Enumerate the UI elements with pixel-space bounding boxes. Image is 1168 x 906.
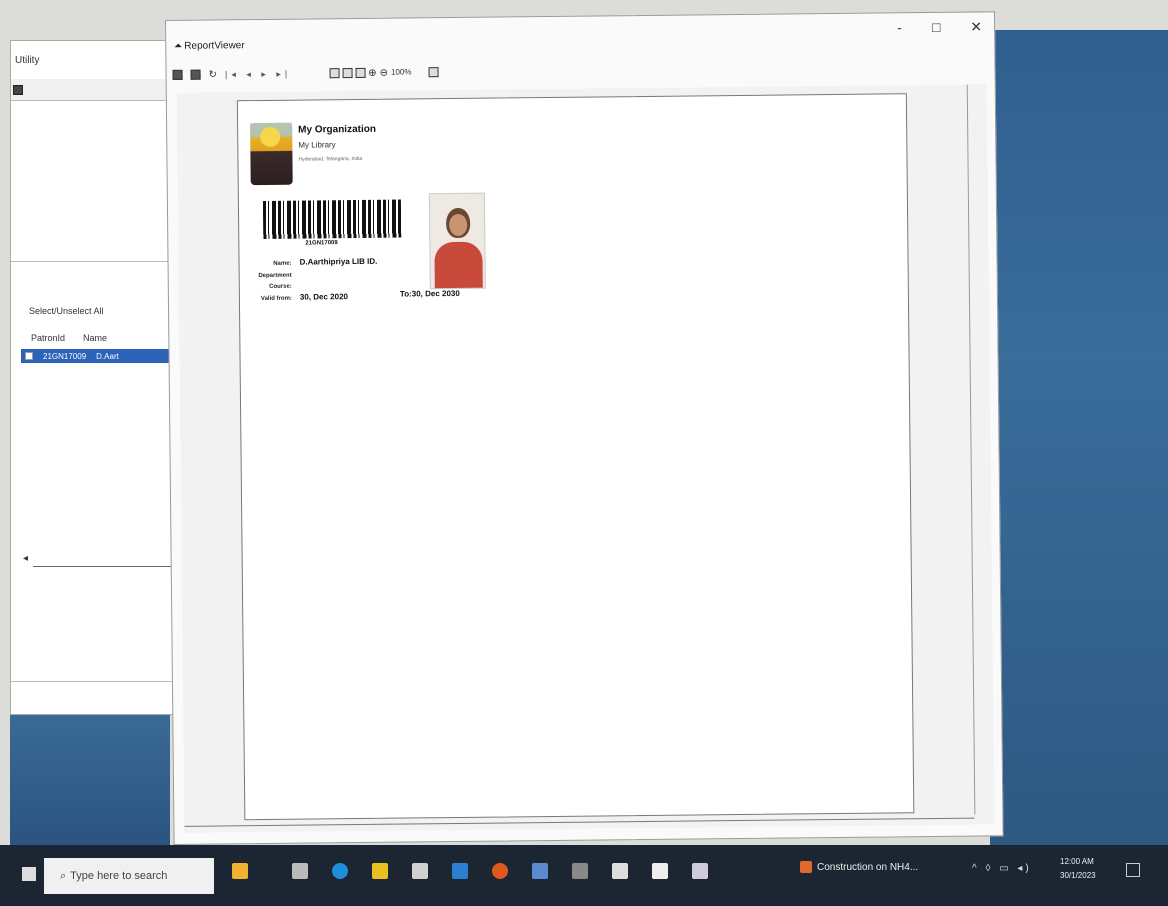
zoom-out-icon[interactable]: ⊖	[380, 67, 389, 78]
utility-window-title: Utility	[15, 55, 40, 66]
utility-window[interactable]: Utility Select/Unselect All PatronId Nam…	[10, 40, 186, 715]
library-name: My Library	[298, 140, 336, 150]
edge-browser-icon[interactable]	[332, 863, 348, 879]
patron-grid-header: PatronId Name	[31, 333, 107, 343]
firefox-icon[interactable]	[492, 863, 508, 879]
barcode	[262, 199, 402, 239]
report-canvas[interactable]: My Organization My Library Hyderabad, Te…	[176, 84, 995, 833]
news-icon	[800, 861, 812, 873]
widget-icon[interactable]	[232, 863, 248, 879]
maximize-button[interactable]: □	[932, 19, 941, 36]
app-icon[interactable]	[652, 863, 668, 879]
row-checkbox[interactable]	[25, 352, 33, 360]
search-placeholder: Type here to search	[70, 870, 168, 882]
news-widget[interactable]: Construction on NH4...	[800, 861, 918, 873]
app-icon[interactable]	[532, 863, 548, 879]
save-icon[interactable]	[172, 69, 183, 80]
organization-logo	[250, 122, 293, 186]
minimize-button[interactable]: -	[897, 19, 902, 36]
horizontal-scrollbar[interactable]	[33, 566, 183, 567]
valid-from-label: Valid from:	[260, 295, 292, 303]
mail-icon[interactable]	[452, 863, 468, 879]
notification-icon[interactable]	[1126, 863, 1140, 877]
department-label: Department	[258, 272, 292, 280]
system-tray-icons[interactable]: ^ ◊ ▭ ◂)	[972, 863, 1032, 874]
app-icon: ⏶	[174, 40, 183, 52]
viewer-title: ReportViewer	[184, 39, 245, 52]
zoom-level[interactable]: 100%	[391, 67, 412, 78]
barcode-number: 21GN17009	[305, 240, 338, 247]
app-icon[interactable]	[572, 863, 588, 879]
patron-name: D.Aarthipriya LIB ID.	[299, 256, 378, 267]
desktop-wallpaper	[990, 30, 1168, 850]
clock-time: 12:00 AM	[1060, 857, 1094, 866]
windows-start-icon[interactable]	[22, 867, 36, 881]
divider	[11, 681, 186, 682]
page-setup-icon[interactable]	[329, 67, 340, 78]
task-view-icon[interactable]	[292, 863, 308, 879]
page-navigation-icons[interactable]: |◂ ◂ ▸ ▸|	[225, 68, 291, 80]
taskbar-clock[interactable]: 12:00 AM 30/1/2023	[1060, 855, 1096, 883]
divider	[11, 261, 186, 262]
organization-name: My Organization	[298, 123, 377, 136]
patron-photo	[428, 192, 486, 290]
app-icon[interactable]	[692, 863, 708, 879]
column-patronid[interactable]: PatronId	[31, 333, 65, 343]
store-icon[interactable]	[412, 863, 428, 879]
print-icon[interactable]	[190, 69, 201, 80]
clock-date: 30/1/2023	[1060, 871, 1096, 880]
print-layout-icon[interactable]	[342, 67, 353, 78]
search-icon[interactable]	[428, 66, 439, 77]
row-patron-id: 21GN17009	[43, 351, 87, 361]
utility-toolbar	[11, 79, 184, 101]
name-label: Name:	[273, 260, 292, 267]
report-viewer-window[interactable]: ⏶ ReportViewer - □ ✕ ↻ |◂ ◂ ▸ ▸| ⊕ ⊖ 100…	[165, 11, 1004, 845]
column-name[interactable]: Name	[83, 333, 107, 343]
valid-from-date: 30, Dec 2020	[299, 292, 349, 302]
close-button[interactable]: ✕	[970, 18, 982, 35]
window-controls: - □ ✕	[897, 18, 982, 36]
search-icon: ⌕	[60, 869, 67, 882]
report-page: My Organization My Library Hyderabad, Te…	[236, 93, 915, 821]
file-explorer-icon[interactable]	[372, 863, 388, 879]
select-all-checkbox-label[interactable]: Select/Unselect All	[29, 306, 104, 316]
export-icon[interactable]	[355, 67, 366, 78]
app-icon[interactable]	[612, 863, 628, 879]
news-text: Construction on NH4...	[817, 861, 919, 873]
refresh-icon[interactable]: ↻	[209, 69, 218, 80]
page-setup-group: ⊕ ⊖ 100%	[329, 66, 439, 79]
taskbar: ⌕ Type here to search Construction on NH…	[0, 845, 1168, 906]
valid-to-date: To:30, Dec 2030	[399, 288, 460, 299]
desktop-wallpaper-lower	[10, 715, 170, 845]
table-row[interactable]: 21GN17009 D.Aart	[21, 349, 186, 363]
row-name: D.Aart	[96, 351, 119, 361]
organization-address: Hyderabad, Telangana, India	[298, 155, 363, 163]
taskbar-search-box[interactable]: ⌕ Type here to search	[44, 858, 214, 894]
scroll-left-arrow-icon[interactable]: ◂	[23, 553, 28, 564]
zoom-in-icon[interactable]: ⊕	[368, 67, 377, 78]
save-icon[interactable]	[13, 84, 23, 95]
course-label: Course:	[269, 283, 292, 290]
